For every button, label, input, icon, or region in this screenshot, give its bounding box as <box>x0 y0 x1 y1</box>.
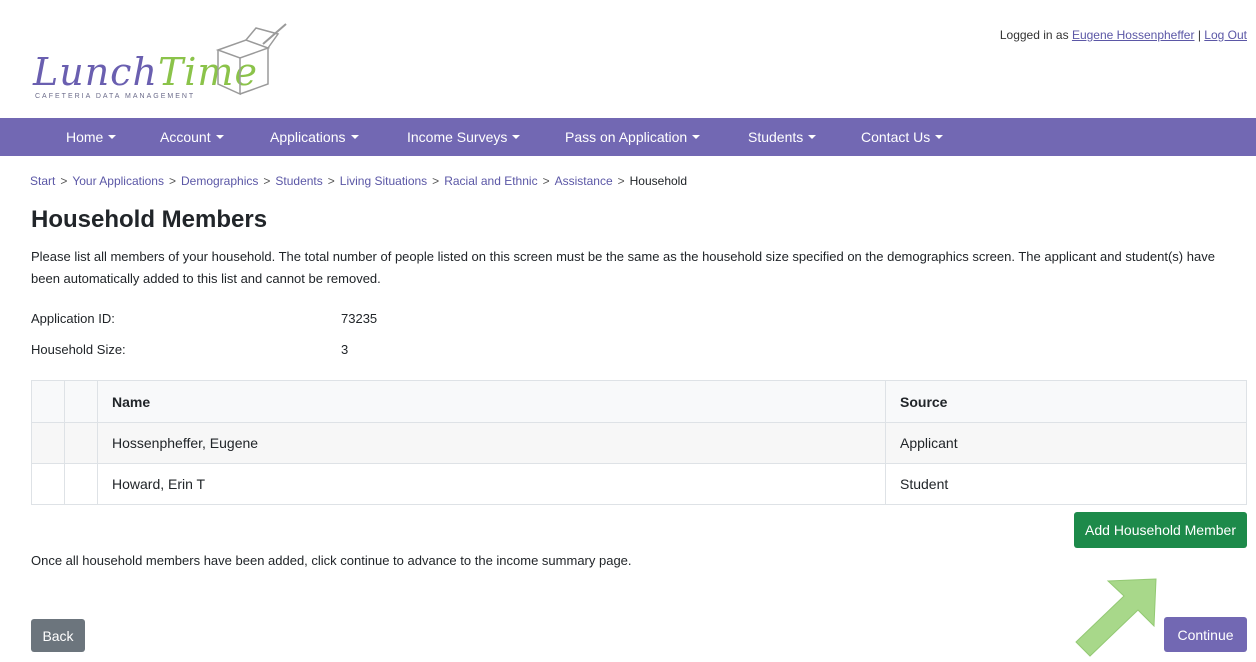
application-id-row: Application ID: 73235 <box>31 311 377 326</box>
breadcrumb-separator: > <box>168 174 176 188</box>
logged-in-label: Logged in as <box>999 28 1069 42</box>
breadcrumb-students[interactable]: Students <box>275 174 322 188</box>
continue-instructions: Once all household members have been add… <box>31 553 632 568</box>
nav-account[interactable]: Account <box>160 118 224 156</box>
table-row: Hossenpheffer, Eugene Applicant <box>31 422 1247 464</box>
household-size-value: 3 <box>341 342 349 357</box>
row-action-cell <box>64 463 98 505</box>
add-household-member-button[interactable]: Add Household Member <box>1074 512 1247 548</box>
source-column-header: Source <box>885 380 1247 423</box>
breadcrumb-racial-and-ethnic[interactable]: Racial and Ethnic <box>444 174 537 188</box>
action-column-header <box>64 380 98 423</box>
member-source: Student <box>885 463 1247 505</box>
breadcrumb-separator: > <box>542 174 550 188</box>
breadcrumb: Start > Your Applications > Demographics > Stu… <box>30 174 687 188</box>
member-name: Howard, Erin T <box>97 463 886 505</box>
caret-down-icon <box>350 135 359 139</box>
back-button[interactable]: Back <box>31 619 85 652</box>
table-row: Howard, Erin T Student <box>31 463 1247 505</box>
member-name: Hossenpheffer, Eugene <box>97 422 886 464</box>
nav-applications-label: Applications <box>270 129 346 145</box>
nav-applications[interactable]: Applications <box>270 118 359 156</box>
nav-home-label: Home <box>66 129 104 145</box>
breadcrumb-assistance[interactable]: Assistance <box>555 174 613 188</box>
nav-contact-us-label: Contact Us <box>861 129 931 145</box>
lunchbox-icon <box>215 23 287 96</box>
table-header-row: Name Source <box>31 380 1247 423</box>
login-status: Logged in as Eugene Hossenpheffer | Log … <box>1000 28 1247 42</box>
caret-down-icon <box>512 135 521 139</box>
member-source: Applicant <box>885 422 1247 464</box>
caret-down-icon <box>935 135 944 139</box>
user-name-link[interactable]: Eugene Hossenpheffer <box>1072 28 1195 42</box>
row-select-cell <box>31 463 65 505</box>
breadcrumb-separator: > <box>263 174 271 188</box>
household-size-label: Household Size: <box>31 342 126 357</box>
continue-button[interactable]: Continue <box>1164 617 1247 652</box>
arrow-pointer-icon <box>1075 578 1157 657</box>
header: LunchTime CAFETERIA DATA MANAGEMENT Logg… <box>0 0 1256 118</box>
page-title: Household Members <box>31 206 268 233</box>
lunchtime-logo[interactable]: LunchTime CAFETERIA DATA MANAGEMENT <box>33 20 293 110</box>
login-separator: | <box>1197 28 1201 42</box>
breadcrumb-current: Household <box>629 174 688 188</box>
application-id-label: Application ID: <box>31 311 115 326</box>
nav-students[interactable]: Students <box>748 118 817 156</box>
nav-home[interactable]: Home <box>66 118 117 156</box>
breadcrumb-demographics[interactable]: Demographics <box>181 174 258 188</box>
nav-students-label: Students <box>748 129 804 145</box>
nav-pass-on-application-label: Pass on Application <box>565 129 688 145</box>
nav-account-label: Account <box>160 129 211 145</box>
breadcrumb-separator: > <box>327 174 335 188</box>
row-action-cell <box>64 422 98 464</box>
household-size-row: Household Size: 3 <box>31 342 348 357</box>
caret-down-icon <box>808 135 817 139</box>
caret-down-icon <box>692 135 701 139</box>
breadcrumb-separator: > <box>432 174 440 188</box>
household-members-table: Name Source Hossenpheffer, Eugene Applic… <box>31 380 1247 505</box>
breadcrumb-separator: > <box>60 174 68 188</box>
caret-down-icon <box>215 135 224 139</box>
main-navbar: Home Account Applications Income Surveys… <box>0 118 1256 156</box>
nav-pass-on-application[interactable]: Pass on Application <box>565 118 701 156</box>
application-id-value: 73235 <box>341 311 378 326</box>
nav-contact-us[interactable]: Contact Us <box>861 118 944 156</box>
name-column-header: Name <box>97 380 886 423</box>
breadcrumb-living-situations[interactable]: Living Situations <box>340 174 427 188</box>
breadcrumb-start[interactable]: Start <box>30 174 55 188</box>
nav-income-surveys[interactable]: Income Surveys <box>407 118 521 156</box>
row-select-cell <box>31 422 65 464</box>
breadcrumb-separator: > <box>617 174 625 188</box>
caret-down-icon <box>108 135 117 139</box>
logout-link[interactable]: Log Out <box>1204 28 1247 42</box>
breadcrumb-your-applications[interactable]: Your Applications <box>72 174 164 188</box>
logo-subtitle: CAFETERIA DATA MANAGEMENT <box>35 93 196 100</box>
nav-income-surveys-label: Income Surveys <box>407 129 508 145</box>
select-column-header <box>31 380 65 423</box>
intro-text: Please list all members of your househol… <box>31 249 1215 286</box>
logo-text-lunch: Lunch <box>33 50 158 94</box>
